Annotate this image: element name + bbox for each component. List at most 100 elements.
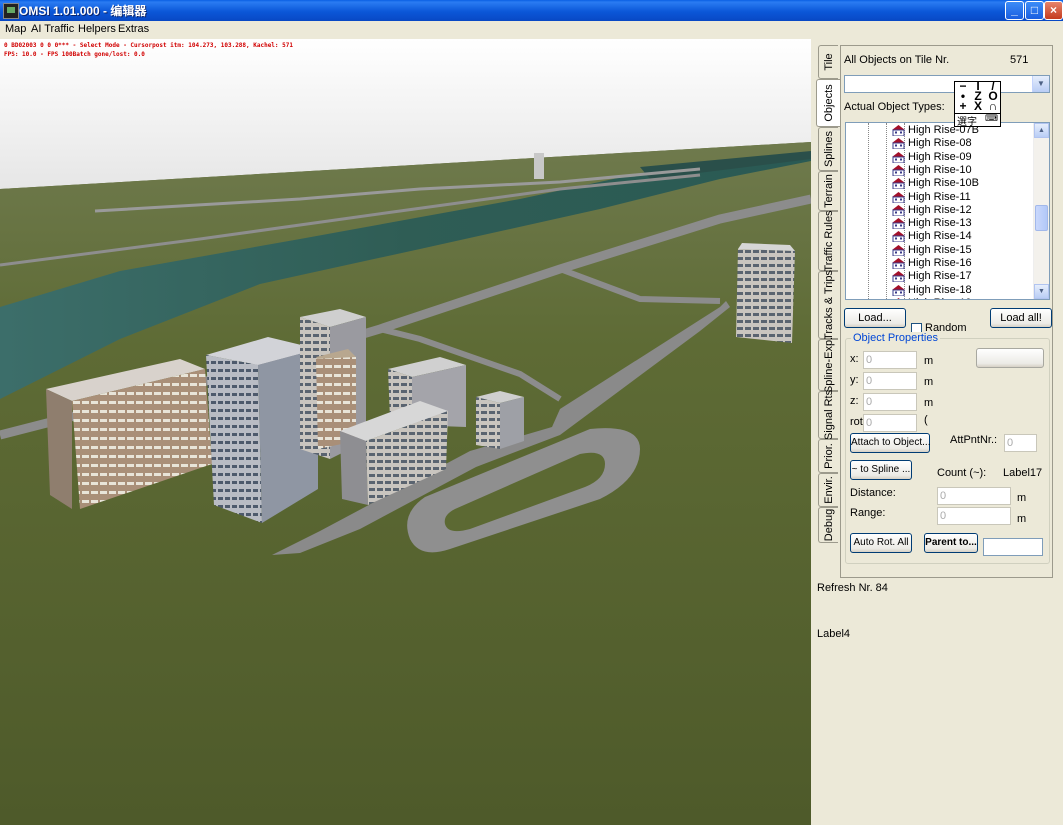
- range-unit: m: [1017, 513, 1027, 525]
- list-item-label: High Rise-19: [908, 297, 972, 299]
- ime-key[interactable]: +: [956, 100, 970, 112]
- list-item[interactable]: High Rise-14: [892, 230, 972, 243]
- tab-prior[interactable]: Prior.: [818, 439, 838, 473]
- object-properties-group: Object Properties x: 0 m y: 0 m z: 0 m r…: [845, 332, 1050, 564]
- object-combo-box[interactable]: ▼: [844, 75, 1050, 93]
- to-spline-button[interactable]: ~ to Spline ...: [850, 460, 912, 480]
- menu-ai-traffic[interactable]: AI Traffic: [31, 23, 74, 35]
- distance-field[interactable]: 0: [937, 487, 1011, 505]
- x-label: x:: [850, 353, 859, 365]
- list-item[interactable]: High Rise-18: [892, 284, 972, 297]
- scroll-thumb[interactable]: [1035, 205, 1048, 231]
- list-item[interactable]: High Rise-08: [892, 137, 972, 150]
- house-icon: [897, 297, 900, 299]
- distance-unit: m: [1017, 492, 1027, 504]
- house-icon: [892, 271, 905, 283]
- list-item-label: High Rise-11: [908, 190, 971, 203]
- range-field[interactable]: 0: [937, 507, 1011, 525]
- tab-tracks-trips[interactable]: Tracks & Trips: [818, 270, 838, 340]
- list-item[interactable]: High Rise-09: [892, 150, 972, 164]
- tab-debug[interactable]: Debug: [818, 507, 838, 543]
- debug-status-line: 0 BD02003 0 0 0*** - Select Mode - Curso…: [4, 42, 293, 49]
- list-item[interactable]: High Rise-12: [892, 204, 972, 217]
- list-item[interactable]: High Rise-13: [892, 217, 972, 230]
- scroll-up-icon[interactable]: ▲: [1034, 123, 1049, 138]
- blank-button[interactable]: [976, 348, 1044, 368]
- parent-to-button[interactable]: Parent to...: [924, 533, 978, 553]
- x-unit: m: [924, 355, 934, 367]
- list-item[interactable]: High Rise-15: [892, 243, 972, 257]
- count-value: Label17: [1003, 467, 1043, 479]
- load-button[interactable]: Load...: [844, 308, 906, 328]
- house-icon: [892, 191, 905, 203]
- ime-toolbar[interactable]: − I / • Z O + X ∩: [954, 80, 1001, 114]
- editor-side-panel: Tile Objects Splines Terrain Traffic Rul…: [811, 39, 1063, 825]
- 3d-viewport[interactable]: 0 BD02003 0 0 0*** - Select Mode - Curso…: [0, 39, 811, 825]
- list-scrollbar[interactable]: ▲ ▼: [1033, 123, 1049, 299]
- rot-field[interactable]: 0: [863, 414, 917, 432]
- list-item[interactable]: High Rise-10: [892, 164, 972, 177]
- list-item-label: High Rise-10B: [908, 177, 979, 190]
- house-icon: [892, 204, 905, 216]
- minimize-button[interactable]: _: [1005, 1, 1024, 20]
- list-item[interactable]: High Rise-19: [897, 297, 972, 299]
- tab-spline-exp[interactable]: Spline-Exp.: [818, 337, 838, 393]
- close-button[interactable]: ×: [1044, 1, 1063, 20]
- y-field[interactable]: 0: [863, 372, 917, 390]
- title-bar[interactable]: OMSI 1.01.000 - 编辑器 _ □ ×: [0, 0, 1063, 21]
- tab-terrain[interactable]: Terrain: [818, 171, 838, 211]
- vertical-tab-strip: Tile Objects Splines Terrain Traffic Rul…: [816, 45, 840, 585]
- load-all-button[interactable]: Load all!: [990, 308, 1052, 328]
- list-item-label: High Rise-15: [908, 243, 972, 256]
- distance-label: Distance:: [850, 487, 896, 499]
- attach-to-object-button[interactable]: Attach to Object...: [850, 433, 930, 453]
- auto-rot-all-button[interactable]: Auto Rot. All: [850, 533, 912, 553]
- y-label: y:: [850, 374, 859, 386]
- list-item-label: High Rise-09: [908, 150, 972, 163]
- tab-traffic-rules[interactable]: Traffic Rules: [818, 210, 838, 272]
- app-icon[interactable]: [3, 3, 19, 19]
- parent-field[interactable]: [983, 538, 1043, 556]
- menu-helpers[interactable]: Helpers: [78, 23, 116, 35]
- house-icon: [892, 151, 905, 163]
- tab-objects[interactable]: Objects: [816, 79, 840, 127]
- list-item[interactable]: High Rise-11: [892, 190, 971, 204]
- menu-bar: Map AI Traffic Helpers Extras: [0, 21, 1063, 39]
- tab-tile[interactable]: Tile: [818, 45, 838, 79]
- list-item[interactable]: High Rise-17: [892, 270, 972, 283]
- house-icon: [892, 164, 905, 176]
- menu-map[interactable]: Map: [5, 23, 26, 35]
- list-item[interactable]: High Rise-10B: [892, 177, 979, 190]
- maximize-button[interactable]: □: [1025, 1, 1044, 20]
- attpnt-field[interactable]: 0: [1004, 434, 1037, 452]
- tree-guide-line: [868, 123, 869, 299]
- ime-caption: 選字: [957, 117, 977, 128]
- window-title: OMSI 1.01.000 - 编辑器: [19, 4, 147, 18]
- ime-keyboard-icon[interactable]: ⌨: [985, 113, 998, 124]
- menu-extras[interactable]: Extras: [118, 23, 149, 35]
- house-icon: [892, 258, 905, 269]
- list-item-label: High Rise-14: [908, 230, 972, 243]
- scroll-down-icon[interactable]: ▼: [1034, 284, 1049, 299]
- x-field[interactable]: 0: [863, 351, 917, 369]
- tab-signal-rts[interactable]: Signal Rts: [818, 390, 838, 440]
- tab-splines[interactable]: Splines: [818, 127, 838, 171]
- all-objects-label: All Objects on Tile Nr.: [844, 54, 950, 66]
- count-label: Count (~):: [937, 467, 987, 479]
- list-item[interactable]: High Rise-16: [892, 257, 972, 270]
- tile-number: 571: [1010, 54, 1029, 66]
- ime-key[interactable]: ∩: [986, 100, 1000, 112]
- house-icon: [892, 218, 905, 230]
- chevron-down-icon[interactable]: ▼: [1032, 76, 1049, 92]
- ime-key[interactable]: X: [971, 100, 985, 112]
- list-item-label: High Rise-16: [908, 257, 972, 269]
- object-type-list[interactable]: High Rise-07B High Rise-08 High Rise-09 Hig…: [845, 122, 1050, 300]
- z-field[interactable]: 0: [863, 393, 917, 411]
- ime-caption-bar[interactable]: 選字 ⌨: [954, 113, 1001, 128]
- tab-envir[interactable]: Envir.: [818, 473, 838, 507]
- house-icon: [892, 125, 905, 136]
- attpnt-label: AttPntNr.:: [950, 434, 998, 446]
- z-unit: m: [924, 397, 934, 409]
- tree-guide-line: [886, 123, 887, 299]
- y-unit: m: [924, 376, 934, 388]
